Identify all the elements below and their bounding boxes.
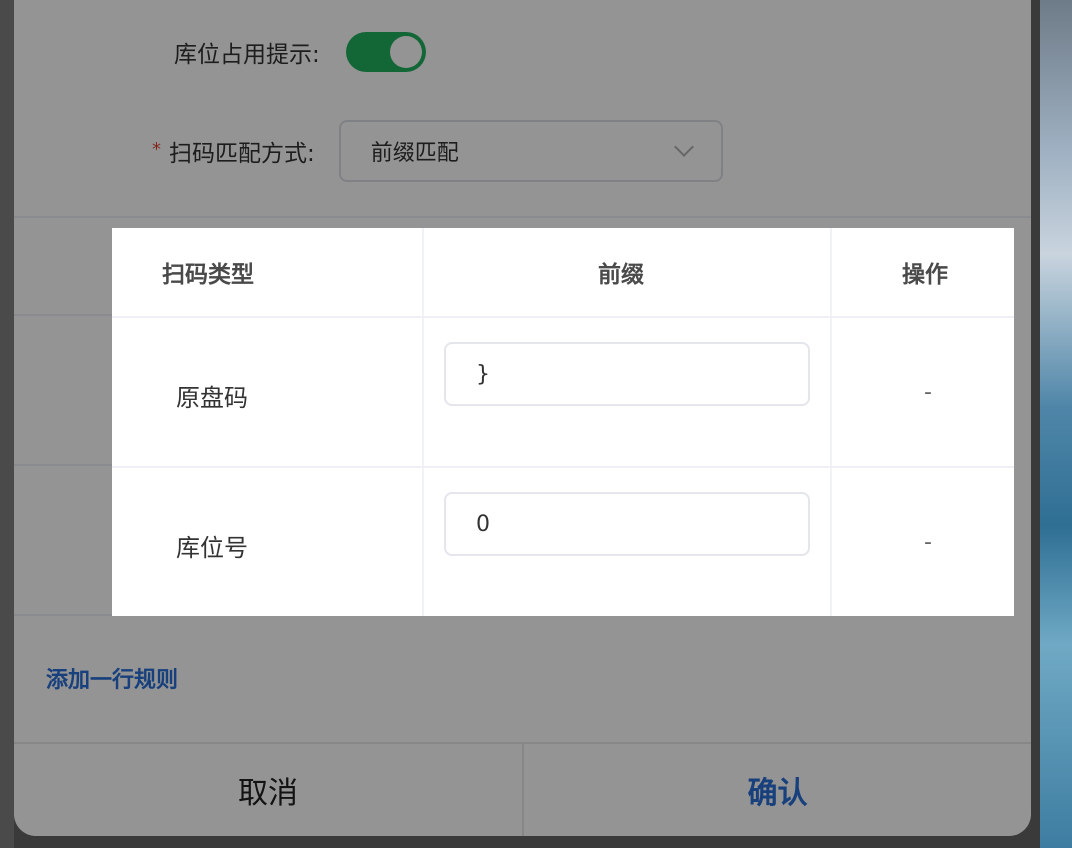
occupy-hint-label: 库位占用提示: [174, 42, 320, 68]
window-left-edge [0, 0, 14, 848]
row-divider [112, 466, 1014, 468]
column-divider [422, 228, 424, 616]
confirm-button[interactable]: 确认 [524, 744, 1031, 836]
chevron-down-icon [673, 137, 694, 157]
prefix-input[interactable]: 0 [444, 492, 810, 556]
occupy-hint-toggle[interactable] [345, 32, 426, 72]
scan-match-value: 前缀匹配 [370, 141, 459, 166]
add-rule-link[interactable]: 添加一行规则 [46, 662, 178, 694]
toggle-knob [389, 36, 422, 68]
scan-rule-dialog: 库位占用提示: * 扫码匹配方式: 前缀匹配 添加一行规则 取消 确认 扫码类型… [14, 0, 1031, 836]
background-photo [1040, 0, 1072, 848]
divider [14, 464, 112, 466]
required-mark: * [152, 138, 161, 160]
scan-match-row: * 扫码匹配方式: 前缀匹配 [152, 120, 723, 182]
scan-match-select[interactable]: 前缀匹配 [338, 120, 723, 182]
operation-cell: - [924, 530, 932, 555]
cancel-button[interactable]: 取消 [14, 744, 522, 836]
divider [14, 314, 112, 316]
occupy-hint-row: 库位占用提示: [174, 32, 426, 72]
header-scan-type: 扫码类型 [162, 262, 254, 288]
column-divider [830, 228, 832, 616]
header-prefix: 前缀 [598, 262, 644, 288]
scan-match-label: 扫码匹配方式: [169, 141, 315, 167]
header-operation: 操作 [902, 262, 948, 288]
scan-rule-table: 扫码类型 前缀 操作 原盘码 } - 库位号 0 - [112, 228, 1014, 616]
scan-type-cell: 原盘码 [176, 384, 248, 412]
divider [14, 614, 112, 616]
row-divider [112, 316, 1014, 318]
prefix-input[interactable]: } [444, 342, 810, 406]
operation-cell: - [924, 380, 932, 405]
divider [14, 216, 1031, 218]
scan-type-cell: 库位号 [176, 534, 248, 562]
